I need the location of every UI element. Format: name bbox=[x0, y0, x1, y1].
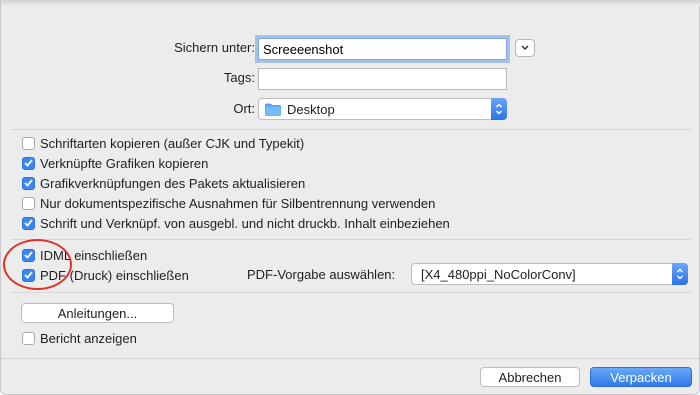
option-include-hidden-content[interactable]: Schrift und Verknüpf. von ausgebl. und n… bbox=[22, 214, 450, 232]
checkbox-unchecked[interactable] bbox=[22, 136, 35, 150]
tags-label-row: Tags: bbox=[161, 70, 255, 85]
location-label-row: Ort: bbox=[161, 101, 255, 116]
instructions-button[interactable]: Anleitungen... bbox=[21, 303, 174, 323]
cancel-button[interactable]: Abbrechen bbox=[480, 367, 580, 387]
option-label: Verknüpfte Grafiken kopieren bbox=[40, 155, 209, 171]
separator bbox=[11, 292, 691, 293]
separator bbox=[11, 239, 691, 240]
red-annotation-circle bbox=[3, 239, 72, 290]
folder-icon bbox=[265, 103, 281, 116]
checkmark-icon bbox=[24, 219, 33, 227]
checkmark-icon bbox=[24, 179, 33, 187]
checkbox-checked[interactable] bbox=[22, 156, 35, 170]
checkbox-unchecked[interactable] bbox=[22, 196, 35, 210]
option-copy-linked-graphics[interactable]: Verknüpfte Grafiken kopieren bbox=[22, 154, 208, 172]
checkbox-checked[interactable] bbox=[22, 176, 35, 190]
pdf-preset-popup[interactable]: [X4_480ppi_NoColorConv] bbox=[411, 263, 688, 285]
option-label: Schriftarten kopieren (außer CJK und Typ… bbox=[40, 135, 305, 151]
option-copy-fonts[interactable]: Schriftarten kopieren (außer CJK und Typ… bbox=[22, 134, 304, 152]
expand-dialog-button[interactable] bbox=[515, 39, 535, 57]
pdf-preset-label: PDF-Vorgabe auswählen: bbox=[247, 267, 396, 282]
option-update-graphic-links[interactable]: Grafikverknüpfungen des Pakets aktualisi… bbox=[22, 174, 305, 192]
footer-divider bbox=[1, 358, 699, 359]
option-label: Bericht anzeigen bbox=[40, 330, 137, 346]
package-dialog: Sichern unter: Tags: Ort: Desktop Schrif… bbox=[0, 0, 700, 395]
tags-label: Tags: bbox=[223, 70, 255, 85]
option-label: Grafikverknüpfungen des Pakets aktualisi… bbox=[40, 175, 306, 191]
checkmark-icon bbox=[24, 159, 33, 167]
save-as-input[interactable] bbox=[258, 38, 507, 60]
checkbox-checked[interactable] bbox=[22, 216, 35, 230]
separator bbox=[11, 129, 691, 130]
tags-input[interactable] bbox=[258, 68, 507, 90]
pdf-preset-label-row: PDF-Vorgabe auswählen: bbox=[247, 267, 395, 282]
option-label: Schrift und Verknüpf. von ausgebl. und n… bbox=[40, 215, 450, 231]
location-label: Ort: bbox=[233, 101, 255, 116]
pdf-preset-value: [X4_480ppi_NoColorConv] bbox=[421, 266, 576, 282]
save-as-label-row: Sichern unter: bbox=[161, 40, 255, 55]
popup-arrows-icon bbox=[672, 263, 688, 285]
popup-arrows-icon bbox=[491, 98, 507, 120]
option-label: Nur dokumentspezifische Ausnahmen für Si… bbox=[40, 195, 436, 211]
option-show-report[interactable]: Bericht anzeigen bbox=[22, 329, 137, 347]
option-hyphenation-exceptions[interactable]: Nur dokumentspezifische Ausnahmen für Si… bbox=[22, 194, 435, 212]
save-as-label: Sichern unter: bbox=[174, 40, 255, 55]
top-edge-shadow bbox=[1, 0, 700, 6]
checkbox-unchecked[interactable] bbox=[22, 331, 35, 345]
package-button[interactable]: Verpacken bbox=[590, 367, 692, 387]
location-popup[interactable]: Desktop bbox=[258, 98, 507, 120]
location-value: Desktop bbox=[287, 101, 335, 117]
chevron-down-icon bbox=[521, 45, 529, 51]
